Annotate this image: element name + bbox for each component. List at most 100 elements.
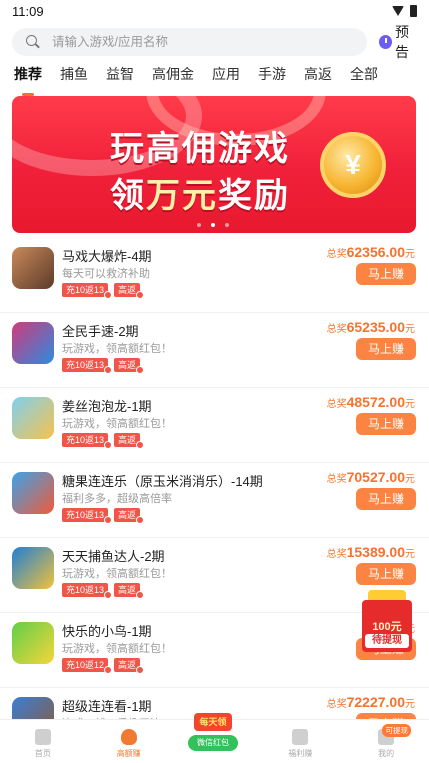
carousel-dot[interactable]: [225, 223, 229, 227]
prize-prefix: 总奖: [326, 549, 347, 560]
tab-mobile-games[interactable]: 手游: [258, 64, 286, 90]
game-description: 玩游戏，领高额红包！: [62, 343, 172, 355]
earn-now-button[interactable]: 马上赚: [356, 338, 416, 360]
game-tags: 充10返13 高返: [62, 508, 145, 524]
coin-symbol: ¥: [345, 149, 361, 180]
rebate-tag: 充10返13: [62, 583, 113, 599]
category-tabs: 推荐 捕鱼 益智 高佣金 应用 手游 高返 全部: [14, 64, 429, 96]
rebate-tag: 充10返13: [62, 358, 113, 374]
tabbar-home[interactable]: 首页: [0, 720, 86, 763]
game-title: 快乐的小鸟-1期: [62, 624, 152, 639]
game-icon[interactable]: [12, 397, 54, 439]
prize-prefix: 总奖: [326, 324, 347, 335]
home-icon: [34, 729, 51, 745]
game-description: 玩游戏，领高额红包！: [62, 568, 172, 580]
banner-headline: 玩高佣游戏: [110, 130, 290, 168]
tabbar-label: 我的: [378, 749, 395, 758]
prize-amount: 62356.00: [346, 244, 405, 260]
game-list: 马戏大爆炸-4期 每天可以救济补助 充10返13 高返 总奖62356.00元 …: [0, 238, 429, 763]
prize-prefix: 总奖: [326, 399, 347, 410]
tab-all[interactable]: 全部: [350, 64, 378, 90]
high-rebate-tag: 高返: [114, 658, 145, 674]
prize-prefix: 总奖: [326, 249, 347, 260]
gift-icon: [292, 729, 309, 745]
earn-now-button[interactable]: 马上赚: [356, 413, 416, 435]
money-bag-icon: [120, 729, 137, 745]
search-icon: [26, 35, 40, 49]
tabbar-label: 福利赚: [288, 749, 313, 758]
earn-now-button[interactable]: 马上赚: [356, 563, 416, 585]
game-tags: 充10返13 高返: [62, 433, 145, 449]
game-list-item[interactable]: 全民手速-2期 玩游戏，领高额红包！ 充10返13 高返 总奖65235.00元…: [0, 313, 429, 388]
game-title: 超级连连看-1期: [62, 699, 152, 714]
high-rebate-tag: 高返: [114, 433, 145, 449]
tab-puzzle[interactable]: 益智: [106, 64, 134, 90]
promo-banner[interactable]: 玩高佣游戏 领万元奖励 ¥: [12, 96, 416, 233]
game-list-item[interactable]: 姜丝泡泡龙-1期 玩游戏，领高额红包！ 充10返13 高返 总奖48572.00…: [0, 388, 429, 463]
tabbar-high-earn[interactable]: 高额赚: [86, 720, 172, 763]
tab-high-rebate[interactable]: 高返: [304, 64, 332, 90]
banner-subheadline: 领万元奖励: [110, 168, 290, 217]
earn-now-button[interactable]: 马上赚: [356, 263, 416, 285]
tab-high-commission[interactable]: 高佣金: [152, 64, 194, 90]
tabbar-welfare[interactable]: 福利赚: [257, 720, 343, 763]
game-description: 玩游戏，领高额红包！: [62, 643, 172, 655]
game-title: 糖果连连乐（原玉米消消乐）-14期: [62, 474, 263, 489]
game-tags: 充10返13 高返: [62, 358, 145, 374]
game-icon[interactable]: [12, 622, 54, 664]
game-icon[interactable]: [12, 247, 54, 289]
status-bar: 11:09: [0, 0, 429, 22]
banner-text: 奖励: [218, 177, 290, 215]
game-title: 天天捕鱼达人-2期: [62, 549, 165, 564]
preview-button[interactable]: 预告: [379, 22, 421, 62]
prize-suffix: 元: [405, 549, 415, 560]
search-box[interactable]: [12, 28, 367, 56]
battery-icon: [410, 5, 417, 17]
prize-suffix: 元: [405, 324, 415, 335]
floating-red-packet[interactable]: 100元 待提现: [362, 590, 412, 652]
withdraw-badge: 可提现: [382, 724, 411, 737]
coin-icon: ¥: [320, 132, 386, 198]
earn-now-button[interactable]: 马上赚: [356, 488, 416, 510]
game-prize: 总奖62356.00元: [327, 244, 415, 260]
game-description: 福利多多，超级高倍率: [62, 493, 172, 505]
tabbar-mine[interactable]: 我的 可提现: [343, 720, 429, 763]
banner-highlight-text: 万元: [146, 177, 218, 215]
daily-claim-label: 每天领: [194, 713, 232, 731]
tabbar-label: 高额赚: [116, 749, 141, 758]
preview-label: 预告: [395, 24, 409, 60]
high-rebate-tag: 高返: [114, 583, 145, 599]
status-icons: [392, 5, 417, 17]
tab-recommend[interactable]: 推荐: [14, 64, 42, 96]
tabbar-wechat-redpacket[interactable]: 每天领 微信红包: [188, 713, 238, 757]
wechat-redpacket-button: 微信红包: [188, 735, 238, 751]
search-input[interactable]: [52, 35, 332, 49]
bottom-tabbar: 首页 高额赚 福利赚 我的 可提现 每天领 微信红包: [0, 713, 429, 763]
game-icon[interactable]: [12, 547, 54, 589]
game-title: 姜丝泡泡龙-1期: [62, 399, 152, 414]
game-icon[interactable]: [12, 472, 54, 514]
tabbar-label: 首页: [34, 749, 51, 758]
prize-suffix: 元: [405, 699, 415, 710]
carousel-dot-active[interactable]: [211, 223, 215, 227]
prize-amount: 48572.00: [346, 394, 405, 410]
game-prize: 总奖70527.00元: [327, 469, 415, 485]
prize-amount: 72227.00: [346, 694, 405, 710]
game-icon[interactable]: [12, 322, 54, 364]
prize-suffix: 元: [405, 399, 415, 410]
game-tags: 充10返13 高返: [62, 283, 145, 299]
prize-amount: 65235.00: [346, 319, 405, 335]
game-description: 每天可以救济补助: [62, 268, 150, 280]
game-description: 玩游戏，领高额红包！: [62, 418, 172, 430]
search-row: 预告: [12, 24, 421, 60]
high-rebate-tag: 高返: [114, 358, 145, 374]
carousel-dot[interactable]: [197, 223, 201, 227]
game-list-item[interactable]: 糖果连连乐（原玉米消消乐）-14期 福利多多，超级高倍率 充10返13 高返 总…: [0, 463, 429, 538]
prize-amount: 70527.00: [346, 469, 405, 485]
tab-apps[interactable]: 应用: [212, 64, 240, 90]
game-list-item[interactable]: 马戏大爆炸-4期 每天可以救济补助 充10返13 高返 总奖62356.00元 …: [0, 238, 429, 313]
rebate-tag: 充10返13: [62, 508, 113, 524]
tab-fishing[interactable]: 捕鱼: [60, 64, 88, 90]
game-title: 马戏大爆炸-4期: [62, 249, 152, 264]
prize-amount: 15389.00: [346, 544, 405, 560]
